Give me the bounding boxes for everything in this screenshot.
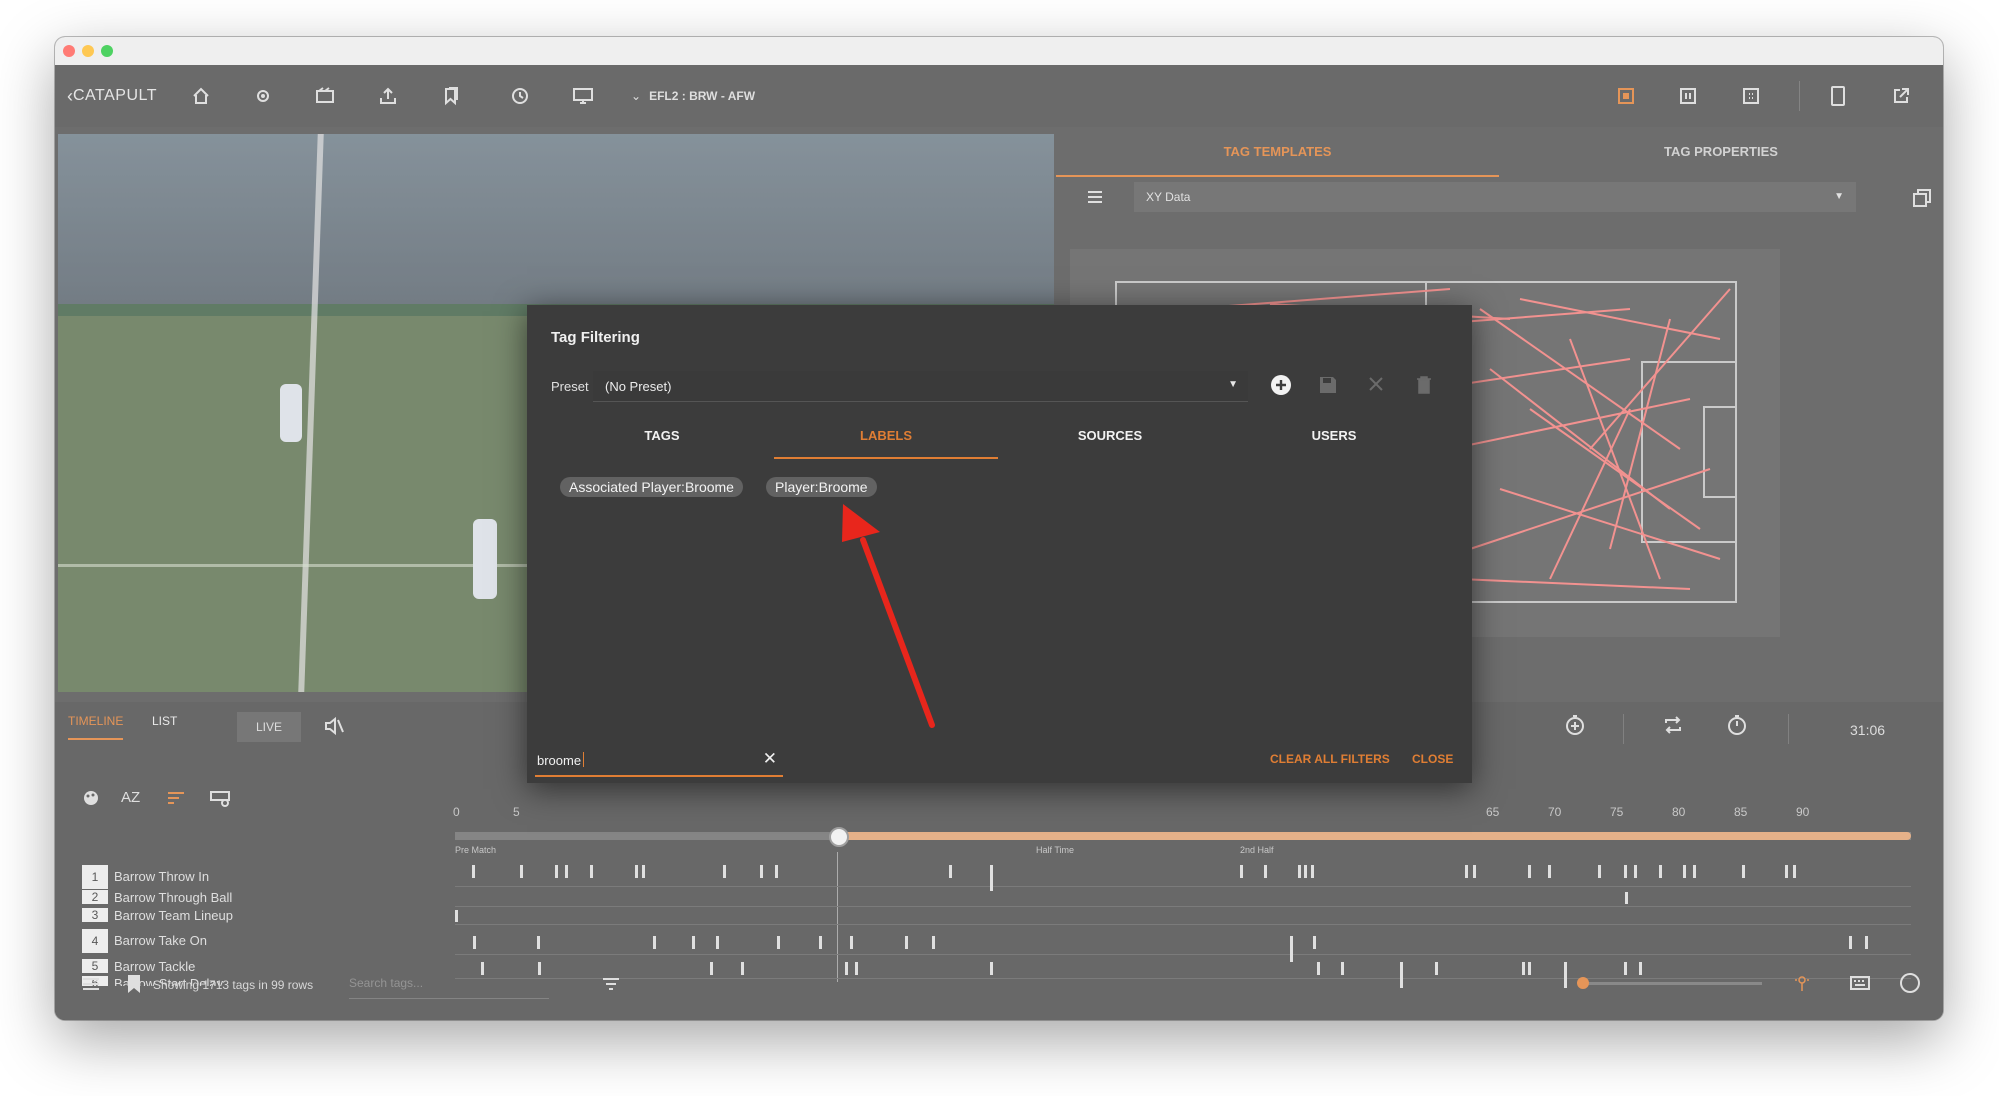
annotation-arrow-icon (842, 504, 935, 728)
